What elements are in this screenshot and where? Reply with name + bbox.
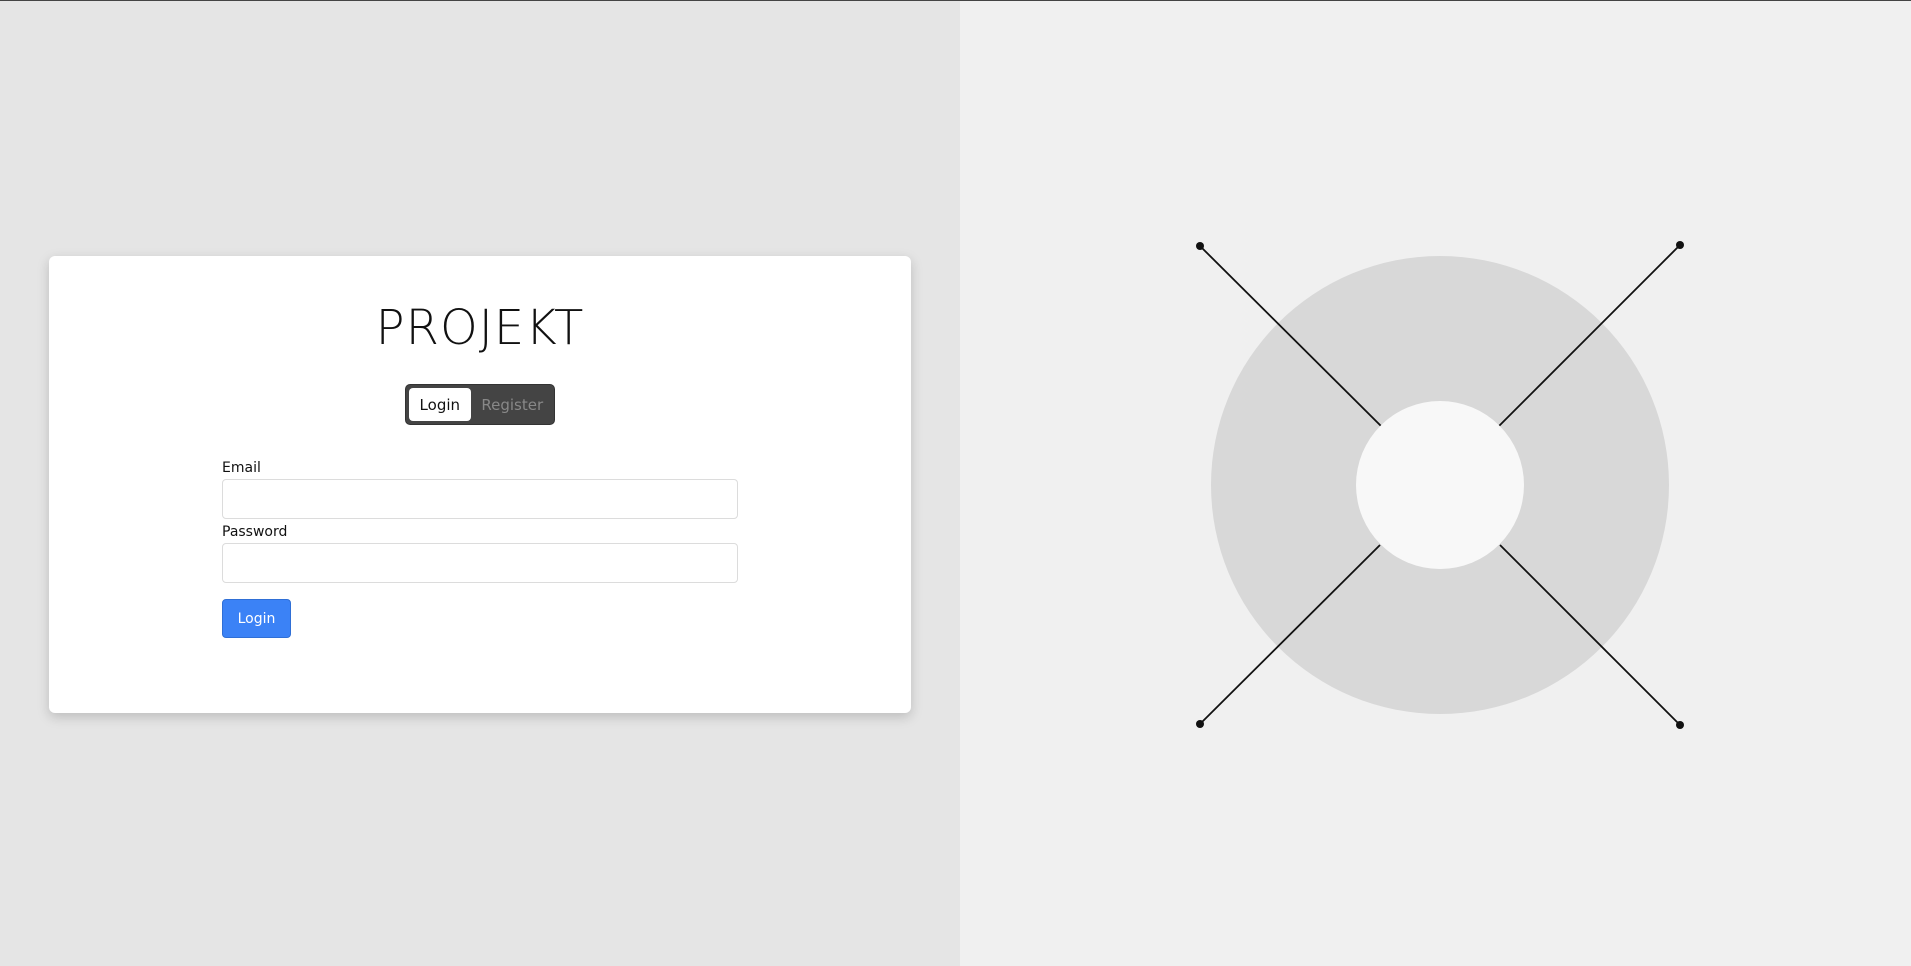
email-label: Email xyxy=(222,460,261,476)
target-rays-illustration xyxy=(1102,147,1778,823)
left-pane: PROJEKT Login Register Email Password Lo… xyxy=(0,1,960,966)
ray-end-dot xyxy=(1676,241,1684,249)
ray-end-dot xyxy=(1196,720,1204,728)
tab-register[interactable]: Register xyxy=(474,388,551,421)
ray-end-dot xyxy=(1196,242,1204,250)
tab-login[interactable]: Login xyxy=(409,388,471,421)
password-label: Password xyxy=(222,524,288,540)
login-form: Email Password Login xyxy=(222,459,738,638)
email-field[interactable] xyxy=(222,479,738,519)
auth-mode-toggle: Login Register xyxy=(405,384,555,425)
ray-end-dot xyxy=(1676,721,1684,729)
brand-title: PROJEKT xyxy=(375,300,585,356)
login-button[interactable]: Login xyxy=(222,599,291,638)
right-pane xyxy=(960,1,1911,966)
login-card: PROJEKT Login Register Email Password Lo… xyxy=(49,256,911,713)
inner-disc xyxy=(1356,401,1524,569)
password-field[interactable] xyxy=(222,543,738,583)
login-page: PROJEKT Login Register Email Password Lo… xyxy=(0,0,1911,966)
